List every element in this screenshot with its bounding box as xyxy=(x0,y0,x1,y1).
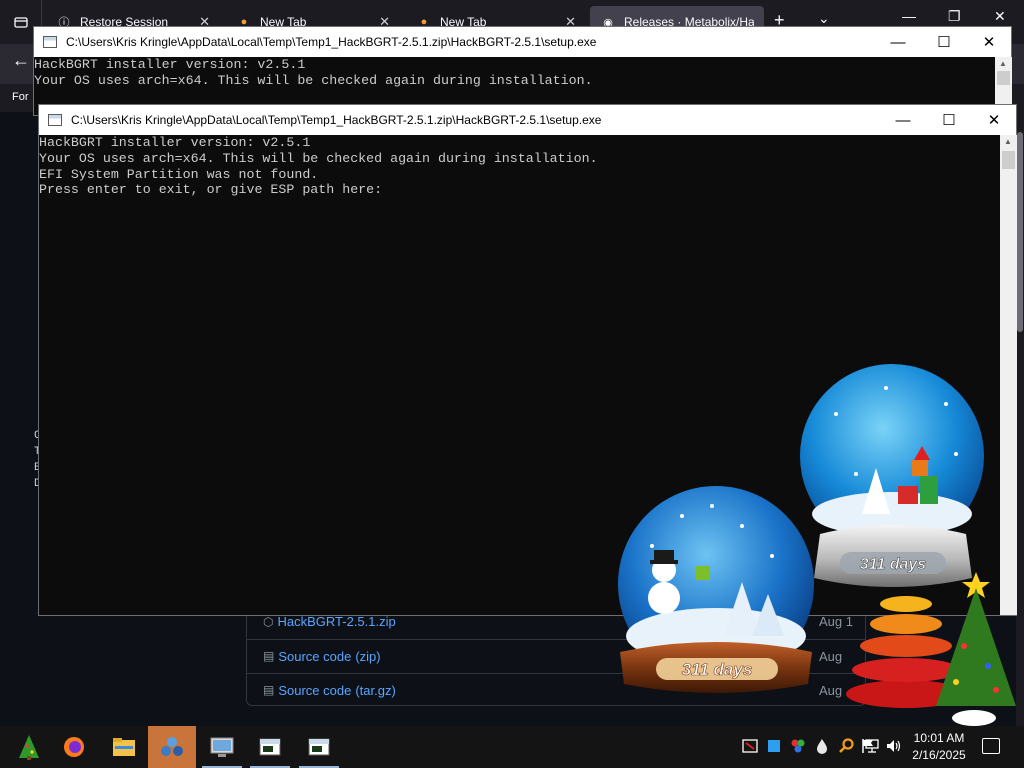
back-arrow-icon[interactable]: ← xyxy=(12,50,30,71)
volume-icon[interactable] xyxy=(886,738,902,754)
remote-desktop-button[interactable] xyxy=(198,726,246,768)
app-icon xyxy=(161,737,183,756)
file-explorer-button[interactable] xyxy=(100,726,148,768)
gift-icon xyxy=(898,486,918,504)
tree-start-icon xyxy=(19,735,39,760)
blue-square-icon[interactable] xyxy=(766,738,782,754)
console-output: HackBGRT installer version: v2.5.1 Your O… xyxy=(39,135,598,198)
browser-restore-button[interactable]: ❐ xyxy=(948,8,961,25)
console-taskbar-button-1[interactable] xyxy=(246,726,294,768)
clock-time: 10:01 AM xyxy=(913,731,965,745)
scroll-up-icon[interactable]: ▲ xyxy=(999,59,1007,68)
bookmark-item[interactable]: For xyxy=(12,91,29,103)
maximize-button[interactable]: ☐ xyxy=(926,105,972,135)
taskbar-clock[interactable]: 10:01 AM 2/16/2025 xyxy=(904,730,974,764)
console-output: HackBGRT installer version: v2.5.1 Your O… xyxy=(34,57,593,88)
package-icon: ⬡ xyxy=(263,614,274,629)
title-bar[interactable]: C:\Users\Kris Kringle\AppData\Local\Temp… xyxy=(39,105,1016,135)
browser-close-button[interactable]: ✕ xyxy=(994,8,1006,25)
minimize-button[interactable]: — xyxy=(875,27,921,57)
days-counter: 311 days xyxy=(682,660,753,679)
start-button[interactable] xyxy=(4,726,52,768)
drop-icon[interactable] xyxy=(814,738,830,754)
snowman-icon xyxy=(648,582,680,614)
network-app-icon[interactable] xyxy=(790,738,806,754)
clock-date: 2/16/2025 xyxy=(912,748,966,762)
file-explorer-icon xyxy=(113,738,135,756)
minimize-button[interactable]: — xyxy=(880,105,926,135)
remote-desktop-icon xyxy=(210,737,234,757)
console-taskbar-button-2[interactable] xyxy=(295,726,343,768)
console-app-icon xyxy=(48,114,62,126)
close-button[interactable]: ✕ xyxy=(966,27,1012,57)
search-icon[interactable] xyxy=(838,738,854,754)
list-all-tabs-icon[interactable]: ⌄ xyxy=(818,10,830,27)
snow-globe-left[interactable]: 311 days xyxy=(612,486,822,706)
taskbar xyxy=(0,726,1024,768)
title-bar[interactable]: C:\Users\Kris Kringle\AppData\Local\Temp… xyxy=(34,27,1011,57)
snow-globe-right[interactable]: 311 days xyxy=(796,364,992,594)
app-taskbar-button[interactable] xyxy=(148,726,196,768)
notification-center-icon[interactable] xyxy=(982,738,1000,754)
security-icon[interactable] xyxy=(742,738,758,754)
file-zip-icon: ▤ xyxy=(263,649,275,663)
firefox-taskbar-button[interactable] xyxy=(50,726,98,768)
close-button[interactable]: ✕ xyxy=(971,105,1017,135)
console-window-back[interactable]: C:\Users\Kris Kringle\AppData\Local\Temp… xyxy=(33,26,1012,116)
console-icon xyxy=(259,738,281,756)
gift-icon xyxy=(696,566,710,580)
console-scrollbar[interactable]: ▲ xyxy=(1000,135,1017,615)
browser-minimize-button[interactable]: — xyxy=(902,8,916,24)
christmas-decoration xyxy=(836,566,1024,728)
firefox-icon xyxy=(64,737,84,757)
scroll-up-icon[interactable]: ▲ xyxy=(1004,137,1012,146)
console-app-icon xyxy=(43,36,57,48)
console-icon xyxy=(308,738,330,756)
file-zip-icon: ▤ xyxy=(263,683,275,697)
network-icon[interactable] xyxy=(864,738,880,754)
maximize-button[interactable]: ☐ xyxy=(921,27,967,57)
